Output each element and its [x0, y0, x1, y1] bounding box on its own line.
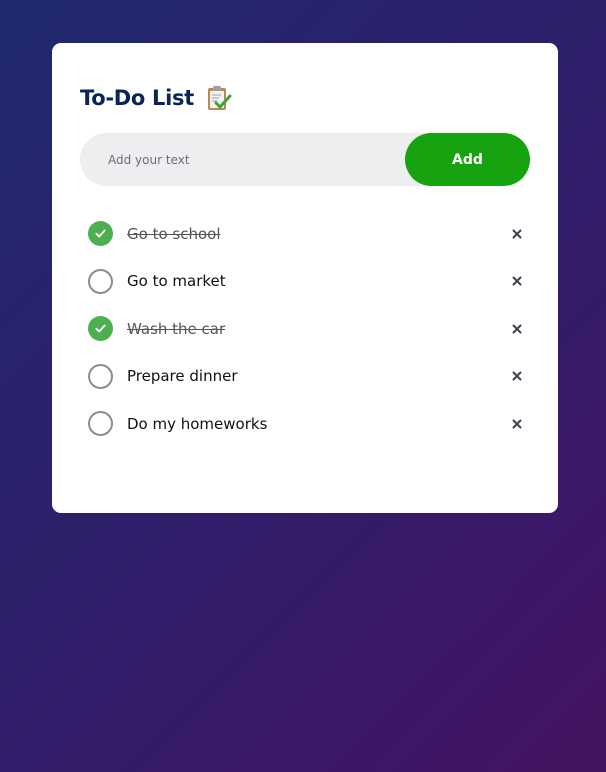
- add-task-row: Add: [80, 133, 530, 186]
- delete-button[interactable]: [506, 365, 528, 387]
- checkmark-icon: [94, 322, 107, 335]
- checkbox[interactable]: [88, 363, 113, 389]
- delete-button[interactable]: [506, 318, 528, 340]
- list-item[interactable]: Wash the car: [88, 305, 528, 353]
- close-icon: [512, 324, 522, 334]
- checkbox[interactable]: [88, 268, 113, 294]
- task-text: Go to school: [127, 224, 221, 243]
- delete-button[interactable]: [506, 270, 528, 292]
- todo-card: To-Do List Add Go to school Go to market: [52, 43, 558, 513]
- task-text: Do my homeworks: [127, 414, 268, 433]
- page-title: To-Do List: [80, 86, 194, 110]
- close-icon: [512, 229, 522, 239]
- clipboard-check-icon: [204, 84, 232, 112]
- checkbox[interactable]: [88, 221, 113, 247]
- task-text: Go to market: [127, 272, 226, 291]
- delete-button[interactable]: [506, 413, 528, 435]
- close-icon: [512, 371, 522, 381]
- add-button[interactable]: Add: [405, 133, 530, 186]
- list-item[interactable]: Go to market: [88, 258, 528, 306]
- checkbox[interactable]: [88, 316, 113, 342]
- list-item[interactable]: Go to school: [88, 210, 528, 258]
- task-text: Prepare dinner: [127, 367, 238, 386]
- task-input[interactable]: [80, 133, 405, 186]
- checkbox[interactable]: [88, 411, 113, 437]
- close-icon: [512, 276, 522, 286]
- checkmark-icon: [94, 227, 107, 240]
- list-item[interactable]: Do my homeworks: [88, 400, 528, 448]
- delete-button[interactable]: [506, 223, 528, 245]
- close-icon: [512, 419, 522, 429]
- task-list: Go to school Go to market Wash the car P…: [88, 210, 528, 448]
- list-item[interactable]: Prepare dinner: [88, 353, 528, 401]
- header: To-Do List: [80, 83, 232, 113]
- task-text: Wash the car: [127, 319, 226, 338]
